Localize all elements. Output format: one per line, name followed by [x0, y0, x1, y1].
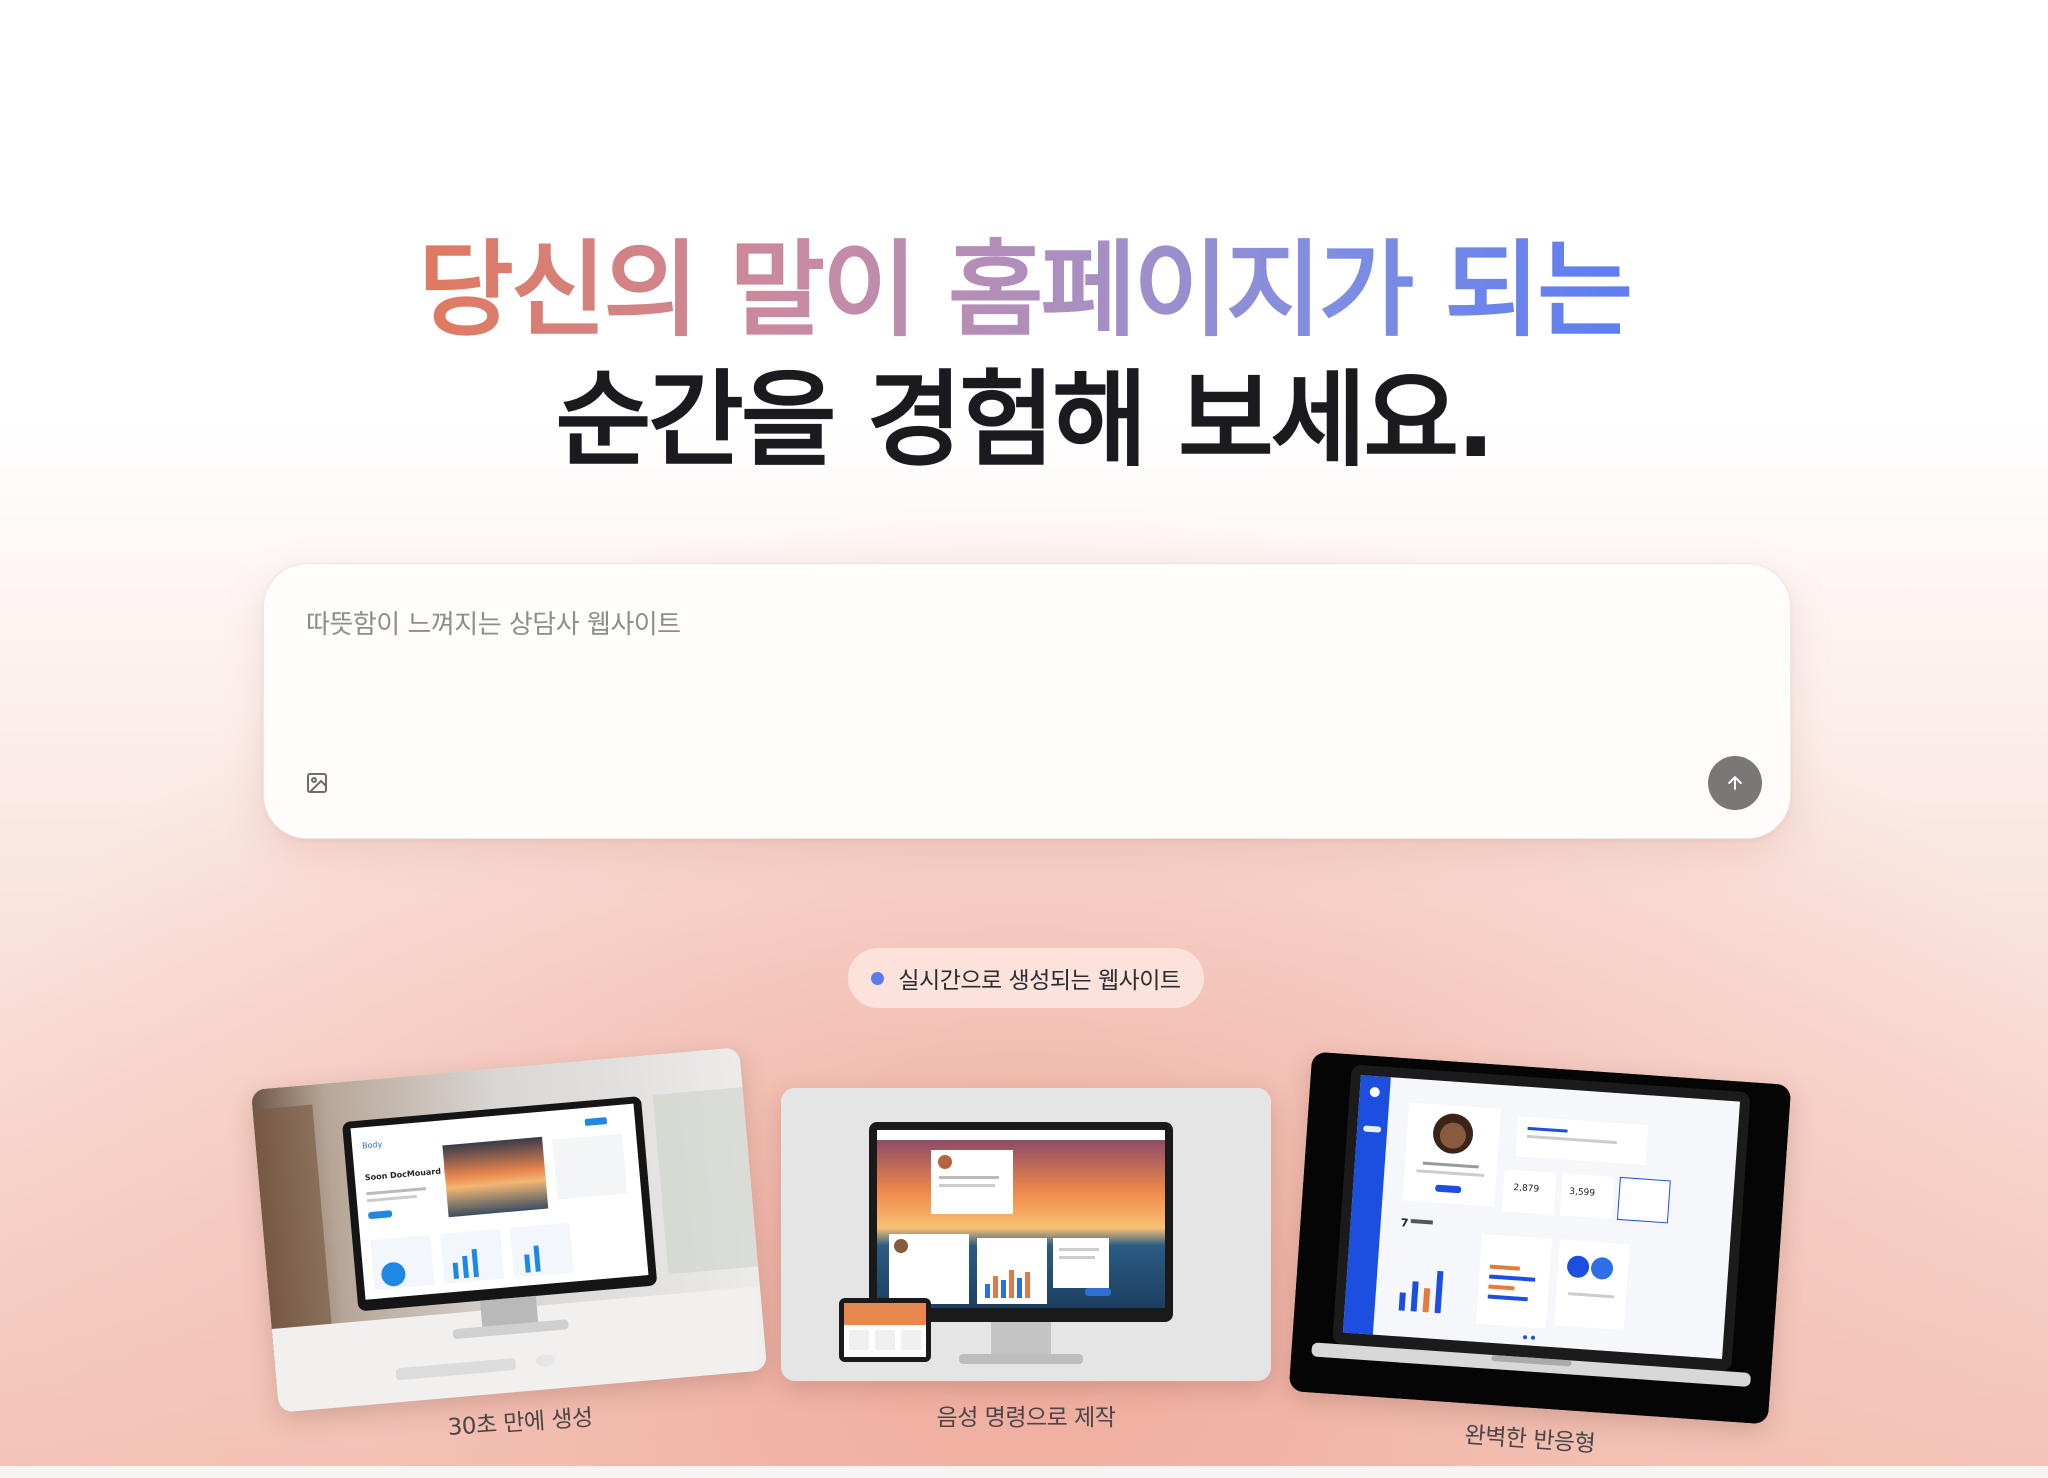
desktop-mockup-image: Body Soon DocMouard Mannats [250, 1047, 768, 1413]
stat-value-a: 2,879 [1513, 1183, 1540, 1195]
showcase-card-desktop[interactable]: Body Soon DocMouard Mannats [250, 1047, 768, 1413]
showcase-card-voice[interactable] [781, 1088, 1271, 1381]
prompt-input[interactable]: 따뜻함이 느껴지는 상담사 웹사이트 [306, 604, 681, 641]
stat-value-c: 7 [1400, 1216, 1409, 1230]
hero-title-line1: 당신의 말이 홈페이지가 되는 [418, 229, 1633, 351]
send-button[interactable] [1708, 756, 1762, 810]
arrow-up-icon [1728, 776, 1742, 790]
live-badge: 실시간으로 생성되는 웹사이트 [848, 948, 1204, 1008]
monitor-mockup-image [781, 1088, 1271, 1381]
showcase-card-responsive[interactable]: 2,879 3,599 7 [1288, 1051, 1792, 1425]
screen-brand: Body [362, 1140, 383, 1151]
laptop-mockup-image: 2,879 3,599 7 [1288, 1051, 1792, 1425]
bottom-divider [0, 1466, 2048, 1478]
live-badge-label: 실시간으로 생성되는 웹사이트 [898, 968, 1181, 994]
image-icon[interactable] [305, 771, 329, 795]
showcase-caption-2: 음성 명령으로 제작 [936, 1405, 1116, 1431]
prompt-input-card[interactable]: 따뜻함이 느껴지는 상담사 웹사이트 [263, 563, 1791, 839]
stat-value-b: 3,599 [1569, 1187, 1596, 1199]
hero-title-line2: 순간을 경험해 보세요. [555, 359, 1495, 481]
status-dot [871, 971, 885, 985]
